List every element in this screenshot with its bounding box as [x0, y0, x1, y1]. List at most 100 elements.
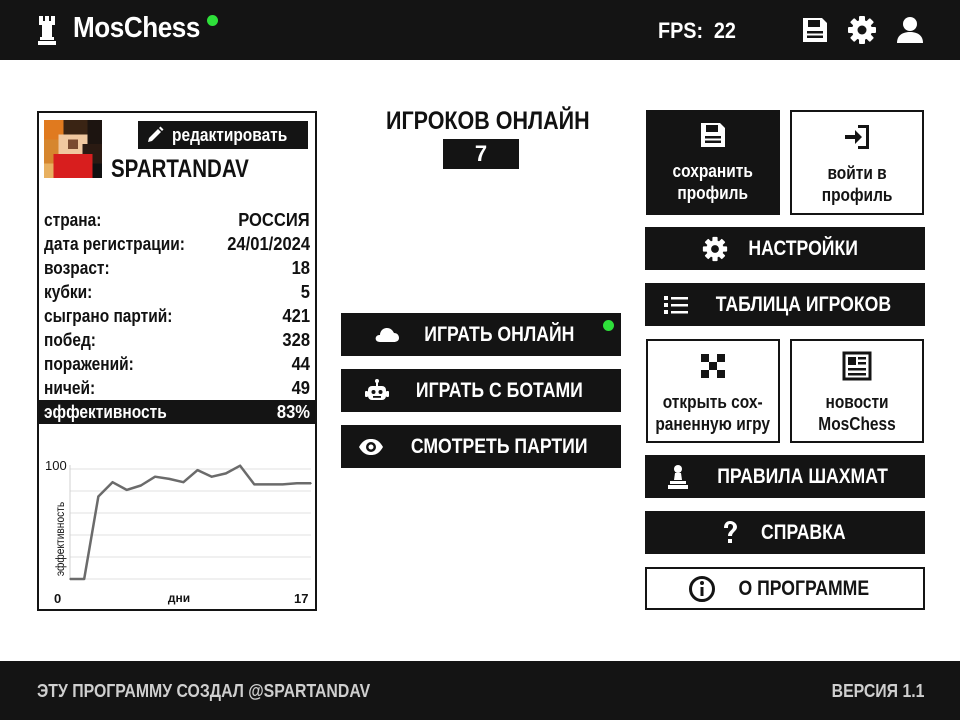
online-status-dot: [603, 320, 614, 331]
cloud-icon: [374, 322, 400, 348]
stat-value: РОССИЯ: [238, 210, 310, 230]
username: SPARTANDAV: [111, 155, 249, 183]
y-tick-label: 100: [45, 458, 67, 473]
data-point: [97, 495, 100, 498]
avatar[interactable]: [44, 119, 102, 179]
save-icon: [698, 120, 728, 150]
online-players-count: 7: [443, 139, 519, 169]
stat-games-played: сыграно партий: 421: [44, 304, 310, 328]
stat-value: 49: [291, 378, 310, 398]
stat-efficiency: эффективность 83%: [39, 400, 316, 424]
data-point: [83, 578, 85, 580]
edit-profile-button[interactable]: редактировать: [138, 121, 308, 149]
data-point: [125, 489, 128, 491]
x-tick-label: 0: [54, 591, 61, 606]
series-line: [70, 464, 311, 581]
chess-rules-label: ПРАВИЛА ШАХМАТ: [717, 464, 889, 488]
data-point: [210, 475, 213, 478]
info-icon: [688, 575, 716, 603]
data-point: [182, 481, 185, 483]
online-status-dot: [207, 15, 218, 26]
stat-value: 5: [300, 282, 310, 302]
save-icon[interactable]: [800, 15, 830, 45]
stat-label: возраст:: [44, 258, 110, 278]
stat-label: ничей:: [44, 378, 96, 398]
players-table-button[interactable]: ТАБЛИЦА ИГРОКОВ: [645, 283, 925, 326]
x-axis-label: дни: [168, 591, 190, 605]
open-saved-game-button[interactable]: открыть сох- раненную игру: [646, 339, 780, 443]
login-profile-button[interactable]: войти в профиль: [790, 110, 924, 215]
open-saved-game-label: открыть сох- раненную игру: [656, 391, 771, 435]
settings-button[interactable]: НАСТРОЙКИ: [645, 227, 925, 270]
label-line: профиль: [677, 183, 749, 203]
play-online-label: ИГРАТЬ ОНЛАЙН: [423, 322, 575, 346]
news-label: новости MosChess: [818, 391, 895, 435]
stat-label: страна:: [44, 210, 102, 230]
label-line: MosChess: [818, 414, 896, 434]
app-title: MosChess: [73, 12, 200, 44]
eye-icon: [358, 434, 384, 460]
list-icon: [663, 292, 689, 318]
newspaper-icon: [842, 351, 872, 381]
top-bar: MosChess FPS: 22: [0, 0, 960, 60]
data-point: [296, 482, 298, 485]
data-point: [168, 478, 171, 480]
stat-value: 328: [282, 330, 310, 350]
about-button[interactable]: О ПРОГРАММЕ: [645, 567, 925, 610]
help-label: СПРАВКА: [760, 520, 846, 544]
user-icon[interactable]: [895, 15, 925, 45]
profile-card: редактировать SPARTANDAV страна: РОССИЯ …: [37, 111, 317, 611]
stat-country: страна: РОССИЯ: [44, 208, 310, 232]
save-profile-button[interactable]: сохранить профиль: [646, 110, 780, 215]
label-line: сохранить: [672, 161, 754, 181]
stat-value: 83%: [276, 402, 310, 422]
data-point: [281, 483, 284, 486]
stat-label: побед:: [44, 330, 96, 350]
data-point: [225, 472, 227, 475]
help-button[interactable]: СПРАВКА: [645, 511, 925, 554]
edit-profile-label: редактировать: [172, 124, 288, 145]
stat-value: 18: [291, 258, 310, 278]
stat-cups: кубки: 5: [44, 280, 310, 304]
y-axis-label: эффективность: [54, 502, 67, 577]
x-tick-label: 17: [294, 591, 308, 606]
efficiency-chart-svg: 100 0 17 дни эффективность: [45, 458, 312, 606]
data-point: [239, 464, 241, 467]
gear-icon[interactable]: [847, 15, 877, 45]
stat-value: 24/01/2024: [227, 234, 310, 254]
stat-label: кубки:: [44, 282, 93, 302]
stat-registration-date: дата регистрации: 24/01/2024: [44, 232, 310, 256]
stat-value: 421: [282, 306, 310, 326]
login-profile-label: войти в профиль: [822, 162, 893, 206]
save-profile-label: сохранить профиль: [673, 160, 753, 204]
stat-label: эффективность: [44, 402, 167, 422]
data-point: [196, 469, 199, 471]
chess-pawn-icon: [665, 464, 691, 490]
checkerboard-icon: [698, 351, 728, 381]
data-point: [253, 483, 256, 486]
label-line: открыть сох-: [663, 392, 763, 412]
stat-label: дата регистрации:: [44, 234, 185, 254]
pencil-icon: [148, 126, 164, 142]
footer-credit: ЭТУ ПРОГРАММУ СОЗДАЛ @SPARTANDAV: [37, 681, 371, 701]
play-online-button[interactable]: ИГРАТЬ ОНЛАЙН: [341, 313, 621, 356]
login-icon: [842, 122, 872, 152]
label-line: профиль: [821, 185, 893, 205]
stat-label: поражений:: [44, 354, 134, 374]
play-bots-label: ИГРАТЬ С БОТАМИ: [415, 378, 583, 402]
stat-age: возраст: 18: [44, 256, 310, 280]
data-point: [140, 484, 142, 487]
play-bots-button[interactable]: ИГРАТЬ С БОТАМИ: [341, 369, 621, 412]
about-label: О ПРОГРАММЕ: [738, 576, 870, 600]
chess-rules-button[interactable]: ПРАВИЛА ШАХМАТ: [645, 455, 925, 498]
stat-wins: побед: 328: [44, 328, 310, 352]
label-line: войти в: [827, 163, 887, 183]
watch-games-button[interactable]: СМОТРЕТЬ ПАРТИИ: [341, 425, 621, 468]
data-point: [154, 475, 156, 478]
app-version: ВЕРСИЯ 1.1: [831, 681, 924, 701]
players-table-label: ТАБЛИЦА ИГРОКОВ: [715, 292, 891, 316]
data-point: [267, 483, 270, 486]
rook-logo-icon: [38, 16, 56, 45]
news-button[interactable]: новости MosChess: [790, 339, 924, 443]
efficiency-chart: 100 0 17 дни эффективность: [39, 431, 315, 611]
